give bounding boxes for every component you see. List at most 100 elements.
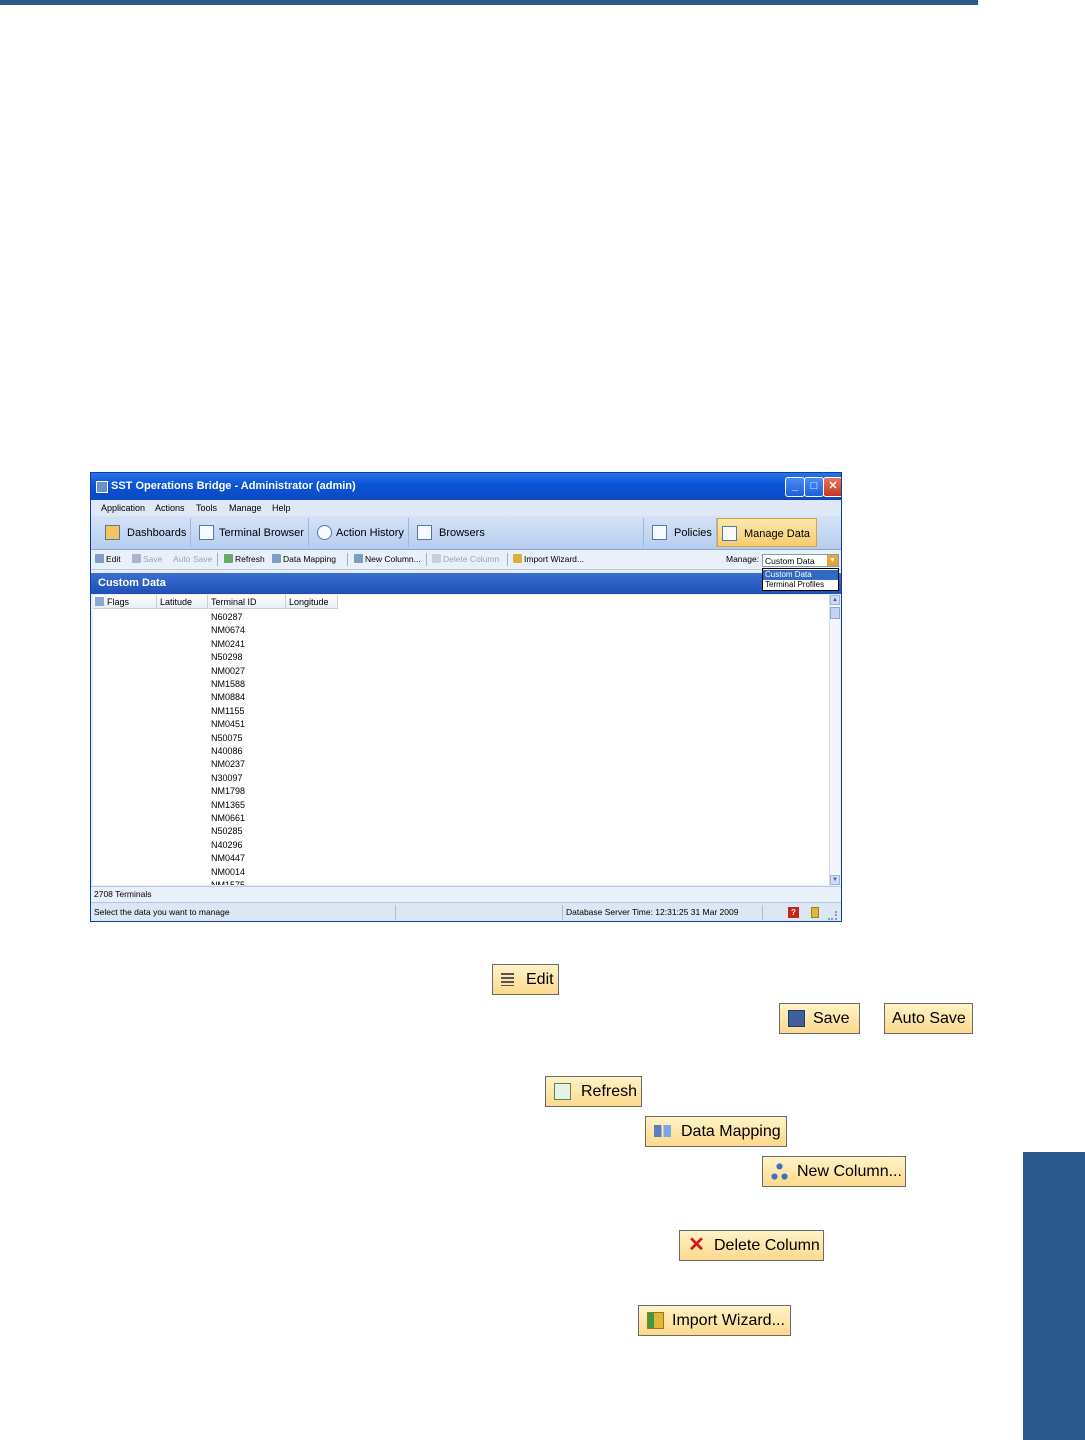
- scroll-thumb[interactable]: [830, 607, 840, 619]
- toolbar-refresh-button[interactable]: Refresh: [224, 554, 265, 564]
- menu-help[interactable]: Help: [272, 503, 291, 513]
- table-row[interactable]: NM0451: [211, 719, 245, 729]
- window-title: SST Operations Bridge - Administrator (a…: [111, 480, 356, 492]
- table-row[interactable]: N30097: [211, 773, 243, 783]
- table-row[interactable]: NM0014: [211, 867, 245, 877]
- toolbar-edit-button[interactable]: Edit: [95, 554, 121, 564]
- refresh-icon: [554, 1083, 571, 1100]
- navigation-bar: Dashboards Terminal Browser Action Histo…: [91, 516, 841, 550]
- dropdown-option-terminal-profiles[interactable]: Terminal Profiles: [763, 580, 838, 590]
- help-icon[interactable]: ?: [788, 907, 799, 918]
- edit-icon: [501, 973, 514, 986]
- status-empty-pane: [396, 905, 563, 920]
- new-column-button-label: New Column...: [797, 1163, 902, 1180]
- table-row[interactable]: N50075: [211, 733, 243, 743]
- table-row[interactable]: NM0237: [211, 759, 245, 769]
- nav-action-history[interactable]: Action History: [309, 518, 409, 547]
- table-row[interactable]: N50298: [211, 652, 243, 662]
- toolbar-separator: [217, 553, 218, 566]
- menu-tools[interactable]: Tools: [196, 503, 217, 513]
- chevron-down-icon[interactable]: ▼: [827, 555, 838, 566]
- data-mapping-button-label: Data Mapping: [681, 1123, 781, 1140]
- table-row[interactable]: N40086: [211, 746, 243, 756]
- toolbar-import-wizard-button[interactable]: Import Wizard...: [513, 554, 584, 564]
- data-mapping-icon: [654, 1125, 671, 1137]
- refresh-button-label: Refresh: [581, 1083, 638, 1100]
- vertical-scrollbar[interactable]: ▲ ▼: [829, 595, 840, 885]
- delete-column-button-image: ✕ Delete Column: [679, 1230, 824, 1261]
- data-grid: Flags Latitude Terminal ID Longitude N60…: [93, 595, 829, 885]
- scroll-down-icon[interactable]: ▼: [830, 875, 840, 885]
- table-row[interactable]: N50285: [211, 826, 243, 836]
- toolbar-data-mapping-button[interactable]: Data Mapping: [272, 554, 336, 564]
- resize-grip-icon[interactable]: [828, 911, 837, 920]
- new-column-icon: [354, 554, 363, 563]
- table-row[interactable]: NM0884: [211, 692, 245, 702]
- column-header-terminal-id[interactable]: Terminal ID: [208, 595, 286, 609]
- nav-browsers[interactable]: Browsers: [409, 518, 497, 547]
- menu-actions[interactable]: Actions: [155, 503, 185, 513]
- column-header-longitude[interactable]: Longitude: [286, 595, 338, 609]
- column-chooser-icon[interactable]: [95, 597, 104, 606]
- close-button[interactable]: ✕: [823, 477, 841, 497]
- table-row[interactable]: NM1365: [211, 800, 245, 810]
- manage-data-pencil-icon: [722, 526, 737, 541]
- menu-manage[interactable]: Manage: [229, 503, 262, 513]
- toolbar-new-column-button[interactable]: New Column...: [354, 554, 421, 564]
- edit-button-label: Edit: [526, 971, 554, 988]
- menu-bar: Application Actions Tools Manage Help: [91, 500, 841, 516]
- import-wizard-button-image: Import Wizard...: [638, 1305, 791, 1336]
- scroll-up-icon[interactable]: ▲: [830, 595, 840, 605]
- data-toolbar: Edit Save Auto Save Refresh Data Mapping…: [91, 550, 841, 570]
- nav-dashboards[interactable]: Dashboards: [97, 518, 191, 547]
- close-icon: ✕: [828, 480, 838, 492]
- minimize-button[interactable]: _: [785, 477, 805, 497]
- status-server-time: Database Server Time: 12:31:25 31 Mar 20…: [563, 905, 763, 920]
- table-row[interactable]: NM1798: [211, 786, 245, 796]
- import-wizard-button-label: Import Wizard...: [672, 1312, 785, 1329]
- window-titlebar[interactable]: SST Operations Bridge - Administrator (a…: [91, 473, 841, 500]
- toolbar-save-button[interactable]: Save: [132, 554, 162, 564]
- nav-browsers-label: Browsers: [439, 527, 485, 539]
- status-hint: Select the data you want to manage: [91, 905, 396, 920]
- table-row[interactable]: NM0241: [211, 639, 245, 649]
- table-row[interactable]: NM0027: [211, 666, 245, 676]
- minimize-icon: _: [791, 480, 799, 492]
- delete-x-icon: [432, 554, 441, 563]
- clock-icon: [317, 525, 332, 540]
- terminal-browser-icon: [199, 525, 214, 540]
- policies-checklist-icon: [652, 525, 667, 540]
- refresh-icon: [224, 554, 233, 563]
- manage-select[interactable]: Custom Data ▼: [762, 554, 839, 567]
- status-bar: Select the data you want to manage Datab…: [91, 902, 841, 921]
- nav-manage-data-label: Manage Data: [744, 528, 811, 540]
- toolbar-separator: [507, 553, 508, 566]
- menu-application[interactable]: Application: [101, 503, 145, 513]
- nav-policies-label: Policies: [674, 527, 712, 539]
- nav-terminal-browser[interactable]: Terminal Browser: [191, 518, 309, 547]
- column-header-latitude[interactable]: Latitude: [157, 595, 208, 609]
- toolbar-auto-save-button[interactable]: Auto Save: [173, 554, 212, 564]
- table-row[interactable]: NM1155: [211, 706, 244, 716]
- save-button-image: Save: [779, 1003, 860, 1034]
- new-column-button-image: New Column...: [762, 1156, 906, 1187]
- dropdown-option-custom-data[interactable]: Custom Data: [763, 570, 838, 580]
- manage-label: Manage:: [726, 554, 760, 564]
- table-row[interactable]: NM0661: [211, 813, 245, 823]
- nav-manage-data[interactable]: Manage Data: [717, 518, 817, 547]
- database-icon: [811, 907, 819, 918]
- import-wizard-icon: [513, 554, 522, 563]
- edit-button-image: Edit: [492, 964, 559, 995]
- table-row[interactable]: N60287: [211, 612, 243, 622]
- import-wizard-icon: [647, 1312, 664, 1329]
- column-header-flags[interactable]: Flags: [93, 595, 157, 609]
- table-row[interactable]: NM0447: [211, 853, 245, 863]
- maximize-button[interactable]: □: [804, 477, 824, 497]
- nav-policies[interactable]: Policies: [643, 518, 717, 547]
- toolbar-delete-column-button[interactable]: Delete Column: [432, 554, 499, 564]
- table-row[interactable]: N40296: [211, 840, 243, 850]
- refresh-button-image: Refresh: [545, 1076, 642, 1107]
- table-row[interactable]: NM1588: [211, 679, 245, 689]
- table-row[interactable]: NM0674: [211, 625, 245, 635]
- table-row[interactable]: NM1575: [211, 880, 245, 885]
